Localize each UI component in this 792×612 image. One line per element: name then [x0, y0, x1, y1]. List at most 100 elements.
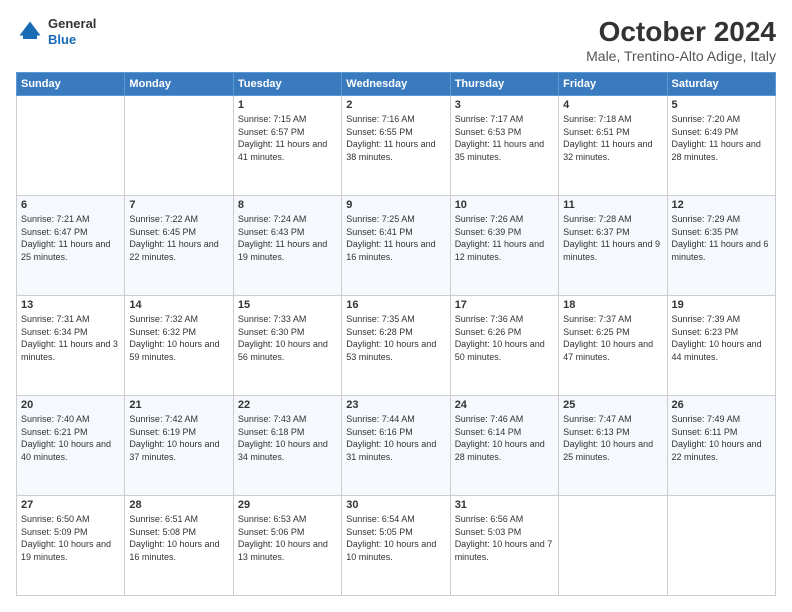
table-row: 19Sunrise: 7:39 AM Sunset: 6:23 PM Dayli…	[667, 296, 775, 396]
table-row: 23 Sunrise: 7:44 AM Sunset: 6:16 PM Dayli…	[342, 396, 450, 496]
day-info: Sunrise: 7:25 AM Sunset: 6:41 PM Dayligh…	[346, 213, 445, 263]
col-sunday: Sunday	[17, 73, 125, 96]
day-info: Sunrise: 6:53 AM Sunset: 5:06 PM Dayligh…	[238, 513, 337, 563]
table-row: 20Sunrise: 7:40 AM Sunset: 6:21 PM Dayli…	[17, 396, 125, 496]
col-tuesday: Tuesday	[233, 73, 341, 96]
day-info: Sunrise: 6:56 AM Sunset: 5:03 PM Dayligh…	[455, 513, 554, 563]
day-info: Sunrise: 7:40 AM Sunset: 6:21 PM Dayligh…	[21, 413, 120, 463]
col-friday: Friday	[559, 73, 667, 96]
day-number: 28	[129, 499, 228, 511]
day-number: 24	[455, 399, 554, 411]
day-info: Sunrise: 6:50 AM Sunset: 5:09 PM Dayligh…	[21, 513, 120, 563]
table-row: 16 Sunrise: 7:35 AM Sunset: 6:28 PM Dayli…	[342, 296, 450, 396]
day-info: Sunrise: 6:54 AM Sunset: 5:05 PM Dayligh…	[346, 513, 445, 563]
logo: General Blue	[16, 16, 96, 47]
col-saturday: Saturday	[667, 73, 775, 96]
day-number: 18	[563, 299, 662, 311]
table-row: 17 Sunrise: 7:36 AM Sunset: 6:26 PM Dayli…	[450, 296, 558, 396]
day-info: Sunrise: 7:15 AM Sunset: 6:57 PM Dayligh…	[238, 113, 337, 163]
table-row: 3Sunrise: 7:17 AM Sunset: 6:53 PM Daylig…	[450, 96, 558, 196]
day-number: 31	[455, 499, 554, 511]
week-row-2: 13 Sunrise: 7:31 AM Sunset: 6:34 PM Dayli…	[17, 296, 776, 396]
table-row: 12Sunrise: 7:29 AM Sunset: 6:35 PM Dayli…	[667, 196, 775, 296]
day-number: 5	[672, 99, 771, 111]
table-row: 18 Sunrise: 7:37 AM Sunset: 6:25 PM Dayli…	[559, 296, 667, 396]
table-row: 6 Sunrise: 7:21 AM Sunset: 6:47 PM Daylig…	[17, 196, 125, 296]
table-row: 10Sunrise: 7:26 AM Sunset: 6:39 PM Dayli…	[450, 196, 558, 296]
table-row: 9Sunrise: 7:25 AM Sunset: 6:41 PM Daylig…	[342, 196, 450, 296]
col-monday: Monday	[125, 73, 233, 96]
day-number: 25	[563, 399, 662, 411]
header-row: Sunday Monday Tuesday Wednesday Thursday…	[17, 73, 776, 96]
day-number: 1	[238, 99, 337, 111]
day-info: Sunrise: 7:46 AM Sunset: 6:14 PM Dayligh…	[455, 413, 554, 463]
week-row-4: 27 Sunrise: 6:50 AM Sunset: 5:09 PM Dayli…	[17, 496, 776, 596]
day-number: 23	[346, 399, 445, 411]
table-row: 27 Sunrise: 6:50 AM Sunset: 5:09 PM Dayli…	[17, 496, 125, 596]
day-info: Sunrise: 7:39 AM Sunset: 6:23 PM Dayligh…	[672, 313, 771, 363]
table-row: 30Sunrise: 6:54 AM Sunset: 5:05 PM Dayli…	[342, 496, 450, 596]
main-title: October 2024	[586, 16, 776, 48]
table-row: 13 Sunrise: 7:31 AM Sunset: 6:34 PM Dayli…	[17, 296, 125, 396]
col-thursday: Thursday	[450, 73, 558, 96]
table-row: 11Sunrise: 7:28 AM Sunset: 6:37 PM Dayli…	[559, 196, 667, 296]
day-info: Sunrise: 7:31 AM Sunset: 6:34 PM Dayligh…	[21, 313, 120, 363]
subtitle: Male, Trentino-Alto Adige, Italy	[586, 48, 776, 64]
day-number: 10	[455, 199, 554, 211]
day-number: 22	[238, 399, 337, 411]
day-number: 6	[21, 199, 120, 211]
week-row-1: 6 Sunrise: 7:21 AM Sunset: 6:47 PM Daylig…	[17, 196, 776, 296]
table-row: 1 Sunrise: 7:15 AM Sunset: 6:57 PM Daylig…	[233, 96, 341, 196]
logo-text: General Blue	[48, 16, 96, 47]
day-info: Sunrise: 7:37 AM Sunset: 6:25 PM Dayligh…	[563, 313, 662, 363]
day-info: Sunrise: 7:49 AM Sunset: 6:11 PM Dayligh…	[672, 413, 771, 463]
day-info: Sunrise: 7:16 AM Sunset: 6:55 PM Dayligh…	[346, 113, 445, 163]
day-number: 13	[21, 299, 120, 311]
table-row: 21 Sunrise: 7:42 AM Sunset: 6:19 PM Dayli…	[125, 396, 233, 496]
day-info: Sunrise: 7:22 AM Sunset: 6:45 PM Dayligh…	[129, 213, 228, 263]
page: General Blue October 2024 Male, Trentino…	[0, 0, 792, 612]
day-info: Sunrise: 7:33 AM Sunset: 6:30 PM Dayligh…	[238, 313, 337, 363]
day-info: Sunrise: 7:35 AM Sunset: 6:28 PM Dayligh…	[346, 313, 445, 363]
table-row: 31 Sunrise: 6:56 AM Sunset: 5:03 PM Dayli…	[450, 496, 558, 596]
day-info: Sunrise: 7:47 AM Sunset: 6:13 PM Dayligh…	[563, 413, 662, 463]
week-row-0: 1 Sunrise: 7:15 AM Sunset: 6:57 PM Daylig…	[17, 96, 776, 196]
day-number: 16	[346, 299, 445, 311]
day-info: Sunrise: 7:28 AM Sunset: 6:37 PM Dayligh…	[563, 213, 662, 263]
day-info: Sunrise: 7:18 AM Sunset: 6:51 PM Dayligh…	[563, 113, 662, 163]
day-number: 26	[672, 399, 771, 411]
table-row: 8 Sunrise: 7:24 AM Sunset: 6:43 PM Daylig…	[233, 196, 341, 296]
table-row: 22Sunrise: 7:43 AM Sunset: 6:18 PM Dayli…	[233, 396, 341, 496]
day-number: 29	[238, 499, 337, 511]
table-row: 24 Sunrise: 7:46 AM Sunset: 6:14 PM Dayli…	[450, 396, 558, 496]
day-info: Sunrise: 7:36 AM Sunset: 6:26 PM Dayligh…	[455, 313, 554, 363]
table-row	[559, 496, 667, 596]
table-row: 26 Sunrise: 7:49 AM Sunset: 6:11 PM Dayli…	[667, 396, 775, 496]
day-number: 21	[129, 399, 228, 411]
logo-icon	[16, 18, 44, 46]
day-info: Sunrise: 7:32 AM Sunset: 6:32 PM Dayligh…	[129, 313, 228, 363]
logo-blue: Blue	[48, 32, 96, 48]
title-section: October 2024 Male, Trentino-Alto Adige, …	[586, 16, 776, 64]
table-row: 4 Sunrise: 7:18 AM Sunset: 6:51 PM Daylig…	[559, 96, 667, 196]
day-number: 15	[238, 299, 337, 311]
table-row: 2Sunrise: 7:16 AM Sunset: 6:55 PM Daylig…	[342, 96, 450, 196]
day-info: Sunrise: 6:51 AM Sunset: 5:08 PM Dayligh…	[129, 513, 228, 563]
table-row	[125, 96, 233, 196]
table-row: 25 Sunrise: 7:47 AM Sunset: 6:13 PM Dayli…	[559, 396, 667, 496]
day-number: 4	[563, 99, 662, 111]
table-row: 28 Sunrise: 6:51 AM Sunset: 5:08 PM Dayli…	[125, 496, 233, 596]
table-row	[17, 96, 125, 196]
day-info: Sunrise: 7:24 AM Sunset: 6:43 PM Dayligh…	[238, 213, 337, 263]
day-number: 12	[672, 199, 771, 211]
day-number: 17	[455, 299, 554, 311]
day-number: 8	[238, 199, 337, 211]
day-info: Sunrise: 7:42 AM Sunset: 6:19 PM Dayligh…	[129, 413, 228, 463]
day-number: 14	[129, 299, 228, 311]
day-number: 27	[21, 499, 120, 511]
day-info: Sunrise: 7:44 AM Sunset: 6:16 PM Dayligh…	[346, 413, 445, 463]
table-row	[667, 496, 775, 596]
table-row: 14 Sunrise: 7:32 AM Sunset: 6:32 PM Dayli…	[125, 296, 233, 396]
logo-general: General	[48, 16, 96, 32]
day-info: Sunrise: 7:21 AM Sunset: 6:47 PM Dayligh…	[21, 213, 120, 263]
